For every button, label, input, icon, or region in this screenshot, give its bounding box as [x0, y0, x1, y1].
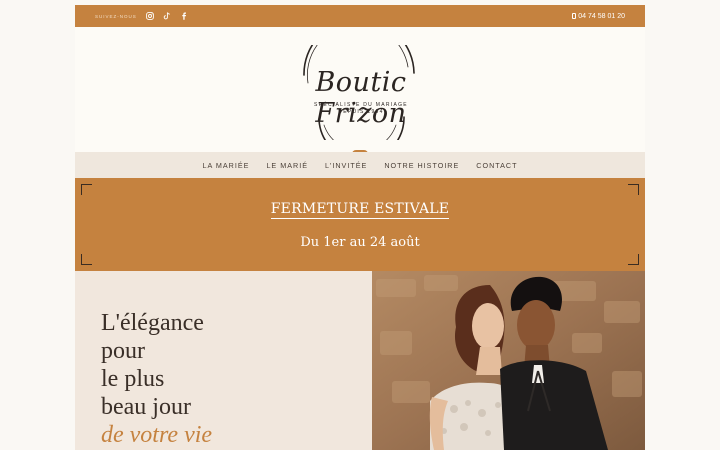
nav-item-le-marie[interactable]: LE MARIÉ: [266, 161, 308, 170]
banner-title: FERMETURE ESTIVALE: [75, 201, 645, 219]
banner-title-text: FERMETURE ESTIVALE: [270, 201, 450, 219]
nav-item-la-mariee[interactable]: LA MARIÉE: [202, 161, 249, 170]
headline-accent-line: de votre vie: [101, 422, 213, 448]
header-logo-area: Boutic Frizon SPÉCIALISTE DU MARIAGE DEP…: [75, 27, 645, 152]
logo-since: DEPUIS 1964: [338, 109, 384, 115]
logo-wordmark: Boutic Frizon: [315, 67, 407, 129]
corner-decoration: [628, 184, 639, 195]
instagram-icon[interactable]: [146, 12, 155, 21]
hero-text-panel: L'élégance pour le plus beau jour de vot…: [75, 271, 372, 450]
corner-decoration: [81, 184, 92, 195]
banner-dates: Du 1er au 24 août: [300, 235, 420, 250]
tiktok-icon[interactable]: [163, 12, 172, 21]
logo-tagline: SPÉCIALISTE DU MARIAGE: [314, 102, 408, 108]
logo[interactable]: Boutic Frizon SPÉCIALISTE DU MARIAGE DEP…: [286, 45, 436, 140]
top-bar: SUIVEZ-NOUS 04 74 58 01 20: [75, 5, 645, 27]
closure-banner: FERMETURE ESTIVALE Du 1er au 24 août: [75, 178, 645, 271]
facebook-icon[interactable]: [180, 12, 189, 21]
headline-line: L'élégance: [101, 310, 204, 336]
main-nav: LA MARIÉE LE MARIÉ L'INVITÉE NOTRE HISTO…: [75, 152, 645, 178]
nav-item-contact[interactable]: CONTACT: [476, 161, 517, 170]
phone-icon: [572, 13, 577, 19]
follow-us-label: SUIVEZ-NOUS: [95, 13, 137, 19]
hero-headline: L'élégance pour le plus beau jour de vot…: [101, 309, 212, 449]
headline-line: beau jour: [101, 394, 191, 420]
corner-decoration: [628, 254, 639, 265]
headline-line: le plus: [101, 366, 165, 392]
nav-item-notre-histoire[interactable]: NOTRE HISTOIRE: [384, 161, 459, 170]
page: SUIVEZ-NOUS 04 74 58 01 20 Boutic Frizon…: [75, 5, 645, 450]
phone-number: 04 74 58 01 20: [578, 12, 625, 20]
headline-line: pour: [101, 338, 145, 364]
hero-couple-photo: [372, 271, 645, 450]
nav-item-l-invitee[interactable]: L'INVITÉE: [325, 161, 367, 170]
phone-link[interactable]: 04 74 58 01 20: [572, 13, 625, 20]
social-links: [146, 12, 189, 21]
corner-decoration: [81, 254, 92, 265]
